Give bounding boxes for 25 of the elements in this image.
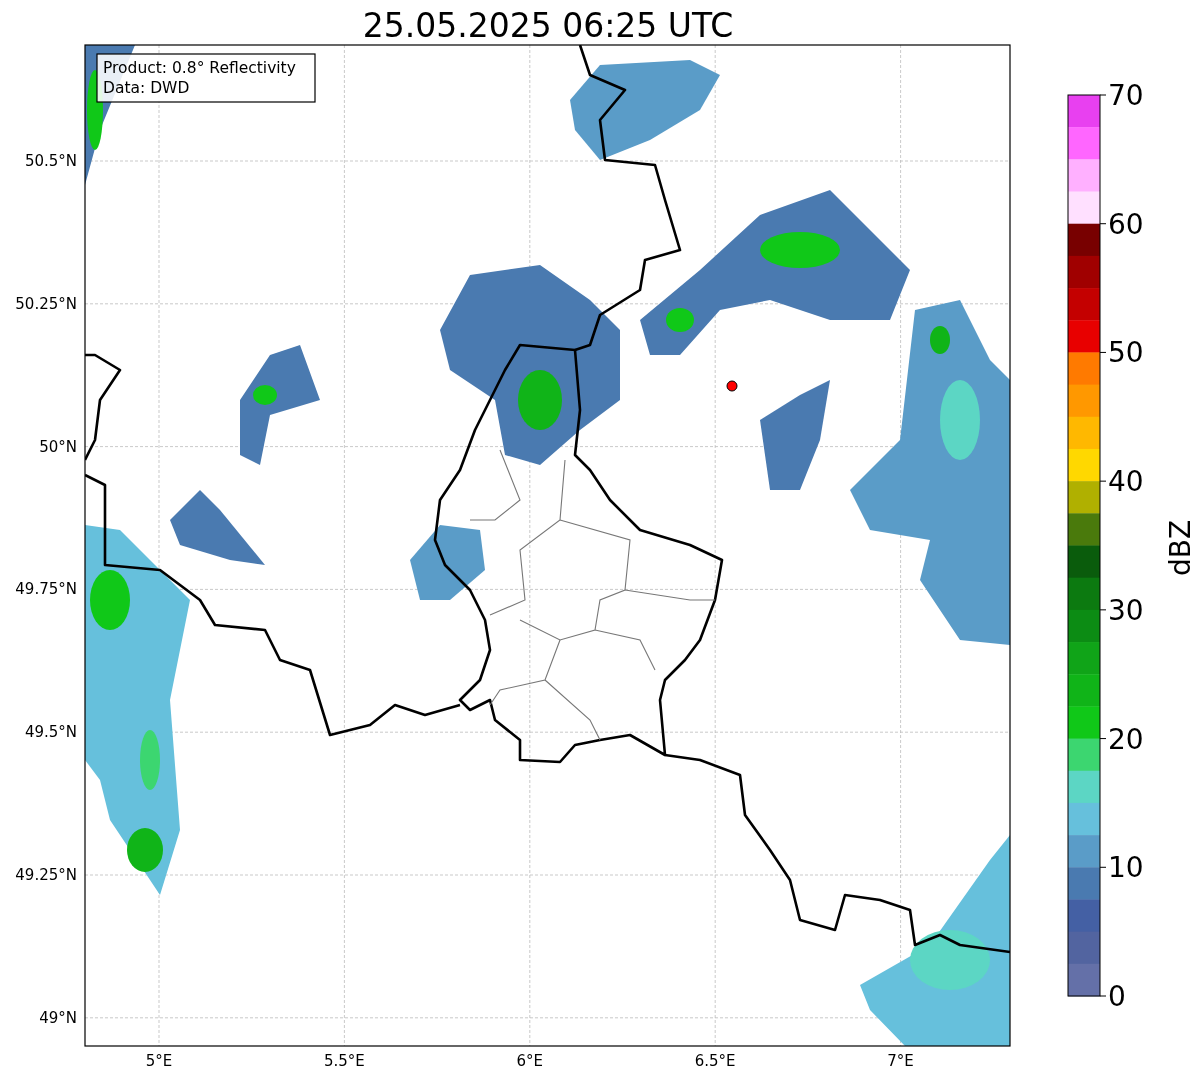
axis-tick-label: 50.25°N <box>15 294 77 313</box>
info-text: Product: 0.8° Reflectivity <box>103 59 296 77</box>
axis-tick-label: 7°E <box>887 1052 914 1070</box>
colorbar-tick-label: 0 <box>1108 980 1126 1013</box>
axis-tick-label: 50°N <box>39 437 77 456</box>
axis-tick-label: 49.5°N <box>24 723 77 742</box>
colorbar-tick-label: 30 <box>1108 593 1144 627</box>
colorbar-tick-label: 40 <box>1108 465 1144 499</box>
axis-tick-label: 6°E <box>516 1052 544 1070</box>
colorbar-tick-label: 10 <box>1108 851 1144 885</box>
axis-tick-label: 49°N <box>39 1008 77 1027</box>
axis-tick-label: 49.75°N <box>15 580 77 599</box>
axis-tick-label: 5.5°E <box>324 1052 365 1070</box>
axis-tick-label: 50.5°N <box>24 152 77 170</box>
radar-site-marker <box>726 380 738 392</box>
colorbar-tick-label: 60 <box>1108 207 1144 241</box>
colorbar-tick-label: 70 <box>1108 79 1144 112</box>
colorbar-label: dBZ <box>1164 519 1197 577</box>
axis-tick-label: 5°E <box>145 1052 173 1070</box>
colorbar-tick-label: 50 <box>1108 336 1144 370</box>
chart-title: 25.05.2025 06:25 UTC <box>362 6 734 45</box>
info-text: Data: DWD <box>103 79 190 97</box>
axis-tick-label: 6.5°E <box>694 1052 736 1070</box>
colorbar-tick-label: 20 <box>1108 722 1144 756</box>
axis-tick-label: 49.25°N <box>15 866 77 884</box>
